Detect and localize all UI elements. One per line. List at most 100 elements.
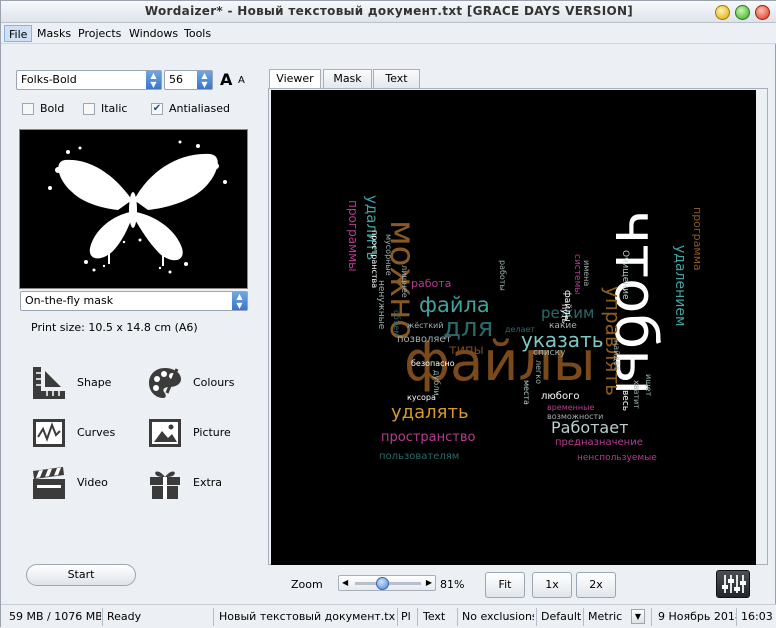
antialiased-checkbox[interactable]: ✔ Antialiased (151, 102, 241, 116)
word-musornye: мусорные (384, 234, 393, 276)
shape-label: Shape (77, 376, 112, 389)
status-file: Новый текстовый документ.txt (219, 610, 395, 623)
word-obem: объем (392, 310, 401, 337)
word-polzovatelyam: пользователям (379, 451, 460, 462)
zoom-2x-button[interactable]: 2x (576, 572, 616, 598)
picture-tool-button[interactable]: Picture (147, 415, 247, 451)
menu-tools[interactable]: Tools (180, 25, 215, 42)
start-button[interactable]: Start (26, 564, 136, 586)
palette-icon (149, 368, 181, 398)
word-legko: легко (534, 360, 543, 384)
gift-icon (150, 471, 180, 499)
menu-projects[interactable]: Projects (74, 25, 125, 42)
zoom-value: 81% (440, 578, 465, 591)
font-family-select[interactable]: Folks-Bold ▲ ▼ (16, 70, 162, 90)
menu-file[interactable]: File (4, 25, 33, 42)
fit-button[interactable]: Fit (485, 572, 525, 598)
antialiased-label: Antialiased (169, 102, 230, 115)
extra-label: Extra (193, 476, 223, 489)
status-divider (651, 608, 652, 626)
zoom-1x-button[interactable]: 1x (532, 572, 572, 598)
word-prednaznachenie: предназначение (555, 437, 643, 448)
mask-select[interactable]: On-the-fly mask ▲ ▼ (20, 291, 248, 311)
sliders-icon (722, 575, 746, 593)
word-raboty: работы (498, 260, 507, 291)
status-divider (417, 608, 418, 626)
status-exclusions: No exclusions (462, 610, 534, 623)
word-bezopasno: безопасно (411, 359, 455, 368)
word-neispolzuemye: ненспользуемые (577, 453, 657, 463)
bold-checkbox-box[interactable] (22, 103, 34, 115)
word-vremennye: временные (547, 403, 595, 412)
zoom-slider[interactable]: ◀ ▶ (338, 575, 436, 591)
tab-text[interactable]: Text (373, 69, 420, 89)
picture-label: Picture (193, 426, 231, 439)
increase-font-button[interactable]: A (220, 70, 232, 89)
menu-masks[interactable]: Masks (33, 25, 75, 42)
word-hvatit: хватит (632, 380, 641, 409)
word-sistemy: системы (572, 254, 582, 295)
video-tool-button[interactable]: Video (31, 465, 131, 501)
word-spisku: списку (533, 348, 566, 358)
status-divider (583, 608, 584, 626)
status-divider (213, 608, 214, 626)
curves-icon (33, 419, 65, 447)
font-size-select[interactable]: 56 ▲ ▼ (164, 70, 213, 90)
italic-label: Italic (101, 102, 128, 115)
word-rabota: работа (411, 277, 452, 290)
picture-icon (149, 419, 181, 447)
font-size-value: 56 (169, 73, 183, 86)
word-imena: имена (582, 260, 591, 287)
zoom-slider-thumb[interactable] (375, 577, 389, 590)
bold-checkbox[interactable]: Bold (22, 102, 82, 116)
spin-arrows-icon: ▲ ▼ (197, 71, 212, 89)
status-pl: Pl (401, 610, 411, 623)
title-bar: Wordaizer* - Новый текстовый документ.tx… (1, 1, 776, 23)
colours-label: Colours (193, 376, 235, 389)
tab-viewer[interactable]: Viewer (269, 69, 321, 90)
tab-mask[interactable]: Mask (323, 69, 372, 89)
print-size: Print size: 10.5 x 14.8 cm (A6) (31, 321, 198, 334)
word-delaet: делает (505, 325, 536, 334)
spin-arrows-icon: ▲ ▼ (232, 292, 247, 310)
word-programmy: программы (346, 200, 360, 272)
slider-right-arrow-icon[interactable]: ▶ (426, 578, 432, 587)
menu-windows[interactable]: Windows (125, 25, 182, 42)
status-memory: 59 MB / 1076 MB (9, 610, 101, 623)
word-pozvolyaet: позволяет (397, 334, 452, 345)
bold-label: Bold (40, 102, 65, 115)
word-naydet: найдёт (612, 340, 621, 371)
decrease-font-button[interactable]: A (238, 75, 245, 86)
word-udalyat: удалять (391, 402, 469, 423)
status-metric: Metric (588, 610, 623, 623)
spin-arrows-icon: ▲ ▼ (146, 71, 161, 89)
app-window: Wordaizer* - Новый текстовый документ.tx… (0, 0, 776, 628)
antialiased-checkbox-box[interactable]: ✔ (151, 103, 163, 115)
status-dropdown-button[interactable]: ▼ (631, 609, 645, 624)
word-put: путь (560, 304, 569, 324)
colours-tool-button[interactable]: Colours (147, 365, 247, 401)
menu-bar: File Masks Projects Windows Tools (1, 23, 776, 44)
maximize-button[interactable] (735, 5, 750, 20)
close-button[interactable] (755, 5, 770, 20)
butterfly-mask-image (20, 130, 247, 288)
word-lishnee: лишнее (400, 265, 409, 298)
slider-left-arrow-icon[interactable]: ◀ (342, 578, 348, 587)
word-programma: программа (691, 207, 704, 271)
video-label: Video (77, 476, 108, 489)
curves-tool-button[interactable]: Curves (31, 415, 131, 451)
equalizer-settings-button[interactable] (716, 570, 750, 598)
extra-tool-button[interactable]: Extra (147, 465, 247, 501)
italic-checkbox-box[interactable] (83, 103, 95, 115)
italic-checkbox[interactable]: Italic (83, 102, 143, 116)
word-rabotaet: Работает (551, 418, 629, 437)
word-kakie: какие (549, 321, 577, 331)
status-bar: 59 MB / 1076 MB Ready Новый текстовый до… (1, 604, 776, 628)
minimize-button[interactable] (715, 5, 730, 20)
zoom-bar: Zoom ◀ ▶ 81% Fit 1x 2x (268, 569, 768, 599)
wordcloud-canvas: файлы чтобы можно файла для указать упра… (271, 90, 756, 565)
font-family-value: Folks-Bold (21, 73, 77, 86)
status-divider (536, 608, 537, 626)
status-divider (397, 608, 398, 626)
shape-tool-button[interactable]: Shape (31, 365, 131, 401)
